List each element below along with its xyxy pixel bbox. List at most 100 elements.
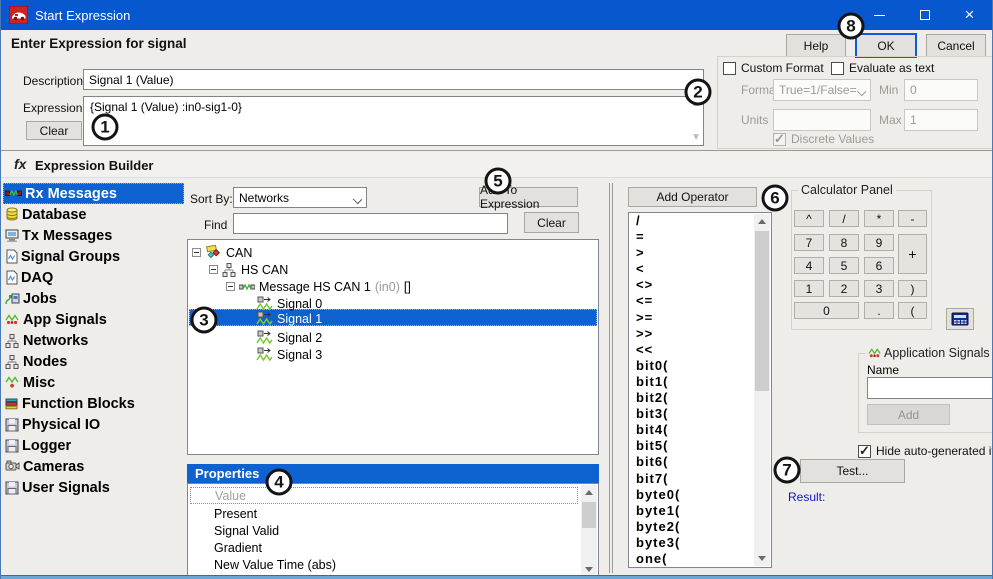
calculator-toggle-button[interactable] — [946, 308, 974, 330]
operator-item[interactable]: bit7( — [629, 471, 771, 487]
scrollbar-thumb[interactable] — [582, 502, 596, 528]
properties-scrollbar[interactable] — [581, 485, 597, 577]
max-field[interactable]: 1 — [904, 109, 978, 131]
sidebar-item-jobs[interactable]: Jobs — [3, 288, 184, 309]
test-button[interactable]: Test... — [800, 459, 905, 483]
operator-item[interactable]: >> — [629, 326, 771, 342]
help-button[interactable]: Help — [786, 34, 846, 57]
property-row-new-value-time[interactable]: New Value Time (abs) — [190, 556, 578, 573]
calc-key-open-paren[interactable]: ( — [898, 302, 927, 319]
scrollbar-thumb[interactable] — [755, 231, 769, 391]
ok-button[interactable]: OK — [855, 33, 917, 58]
units-field[interactable] — [773, 109, 871, 131]
calc-key-8[interactable]: 8 — [829, 234, 859, 251]
operator-item[interactable]: byte1( — [629, 503, 771, 519]
signal-name-input[interactable] — [867, 377, 993, 399]
tree-row-signal-3[interactable]: Signal 3 — [256, 346, 322, 363]
clear-find-button[interactable]: Clear — [524, 212, 579, 233]
min-field[interactable]: 0 — [904, 79, 978, 101]
operator-item[interactable]: / — [629, 213, 771, 229]
add-operator-button[interactable]: Add Operator — [628, 187, 757, 207]
calc-key-5[interactable]: 5 — [829, 257, 859, 274]
operator-item[interactable]: <= — [629, 293, 771, 309]
description-field[interactable]: Signal 1 (Value) — [83, 69, 704, 90]
sidebar-item-signal-groups[interactable]: Signal Groups — [3, 246, 184, 267]
tree-row-message[interactable]: Message HS CAN 1 (in0) [] — [226, 278, 411, 295]
calc-key-close-paren[interactable]: ) — [898, 280, 927, 297]
evaluate-as-text-checkbox[interactable]: Evaluate as text — [831, 61, 934, 75]
collapse-icon[interactable] — [226, 282, 235, 291]
property-row-value[interactable]: Value — [190, 487, 578, 504]
format-dropdown[interactable]: True=1/False= — [773, 79, 871, 101]
calc-key-power[interactable]: ^ — [794, 210, 824, 227]
calc-key-6[interactable]: 6 — [864, 257, 894, 274]
cancel-button[interactable]: Cancel — [926, 34, 986, 57]
sidebar-item-logger[interactable]: Logger — [3, 435, 184, 456]
operator-item[interactable]: byte2( — [629, 519, 771, 535]
vertical-splitter[interactable] — [609, 183, 613, 573]
sort-by-dropdown[interactable]: Networks — [233, 187, 367, 208]
operator-item[interactable]: >= — [629, 310, 771, 326]
calc-key-2[interactable]: 2 — [829, 280, 859, 297]
sidebar-item-rx-messages[interactable]: Rx Messages — [3, 183, 184, 204]
calc-key-0[interactable]: 0 — [794, 302, 859, 319]
calc-key-4[interactable]: 4 — [794, 257, 824, 274]
calc-key-9[interactable]: 9 — [864, 234, 894, 251]
operator-item[interactable]: << — [629, 342, 771, 358]
checkbox-icon[interactable] — [831, 62, 844, 75]
property-row-gradient[interactable]: Gradient — [190, 539, 578, 556]
sidebar-item-function-blocks[interactable]: Function Blocks — [3, 393, 184, 414]
calc-key-multiply[interactable]: * — [864, 210, 894, 227]
scroll-down-icon[interactable] — [754, 551, 770, 566]
checkbox-checked-icon[interactable] — [858, 445, 871, 458]
sidebar-item-database[interactable]: Database — [3, 204, 184, 225]
calc-key-minus[interactable]: - — [898, 210, 927, 227]
operator-item[interactable]: bit1( — [629, 374, 771, 390]
close-button[interactable]: × — [947, 0, 992, 30]
operator-item[interactable]: < — [629, 261, 771, 277]
collapse-icon[interactable] — [209, 265, 218, 274]
calc-key-divide[interactable]: / — [829, 210, 859, 227]
discrete-values-checkbox[interactable]: Discrete Values — [773, 132, 874, 146]
tree-row-signal-2[interactable]: Signal 2 — [256, 329, 322, 346]
custom-format-checkbox[interactable]: Custom Format — [723, 61, 824, 75]
checkbox-checked-icon[interactable] — [773, 133, 786, 146]
operator-item[interactable]: <> — [629, 277, 771, 293]
calc-key-decimal[interactable]: . — [864, 302, 894, 319]
property-row-signal-valid[interactable]: Signal Valid — [190, 522, 578, 539]
calc-key-3[interactable]: 3 — [864, 280, 894, 297]
property-row-present[interactable]: Present — [190, 505, 578, 522]
tree-row-hs-can[interactable]: HS CAN — [209, 261, 288, 278]
operator-item[interactable]: bit4( — [629, 422, 771, 438]
sidebar-item-tx-messages[interactable]: Tx Messages — [3, 225, 184, 246]
add-signal-button[interactable]: Add — [867, 404, 950, 425]
hide-auto-generated-checkbox[interactable]: Hide auto-generated items — [858, 444, 993, 458]
tree-row-can[interactable]: CAN — [192, 244, 252, 261]
sidebar-item-user-signals[interactable]: User Signals — [3, 477, 184, 498]
calc-key-1[interactable]: 1 — [794, 280, 824, 297]
sidebar-item-nodes[interactable]: Nodes — [3, 351, 184, 372]
operator-item[interactable]: = — [629, 229, 771, 245]
calc-key-plus[interactable]: + — [898, 234, 927, 274]
collapse-icon[interactable] — [192, 248, 201, 257]
scroll-up-icon[interactable] — [581, 485, 597, 500]
find-input[interactable] — [233, 213, 508, 234]
sidebar-item-networks[interactable]: Networks — [3, 330, 184, 351]
operator-item[interactable]: > — [629, 245, 771, 261]
maximize-button[interactable] — [902, 0, 947, 30]
expression-field[interactable]: {Signal 1 (Value) :in0-sig1-0} ▲ ▼ — [83, 96, 704, 146]
clear-expression-button[interactable]: Clear — [26, 121, 82, 140]
operator-item[interactable]: byte0( — [629, 487, 771, 503]
operator-item[interactable]: bit5( — [629, 438, 771, 454]
tree-row-signal-1-selected[interactable]: Signal 1 — [256, 310, 322, 327]
calc-key-7[interactable]: 7 — [794, 234, 824, 251]
operator-item[interactable]: bit6( — [629, 454, 771, 470]
sidebar-item-daq[interactable]: DAQ — [3, 267, 184, 288]
sidebar-item-misc[interactable]: Misc — [3, 372, 184, 393]
sidebar-item-cameras[interactable]: Cameras — [3, 456, 184, 477]
operator-item[interactable]: bit3( — [629, 406, 771, 422]
scroll-down-icon[interactable]: ▼ — [691, 134, 701, 142]
sidebar-item-app-signals[interactable]: App Signals — [3, 309, 184, 330]
operator-item[interactable]: one( — [629, 551, 771, 567]
operator-item[interactable]: bit2( — [629, 390, 771, 406]
